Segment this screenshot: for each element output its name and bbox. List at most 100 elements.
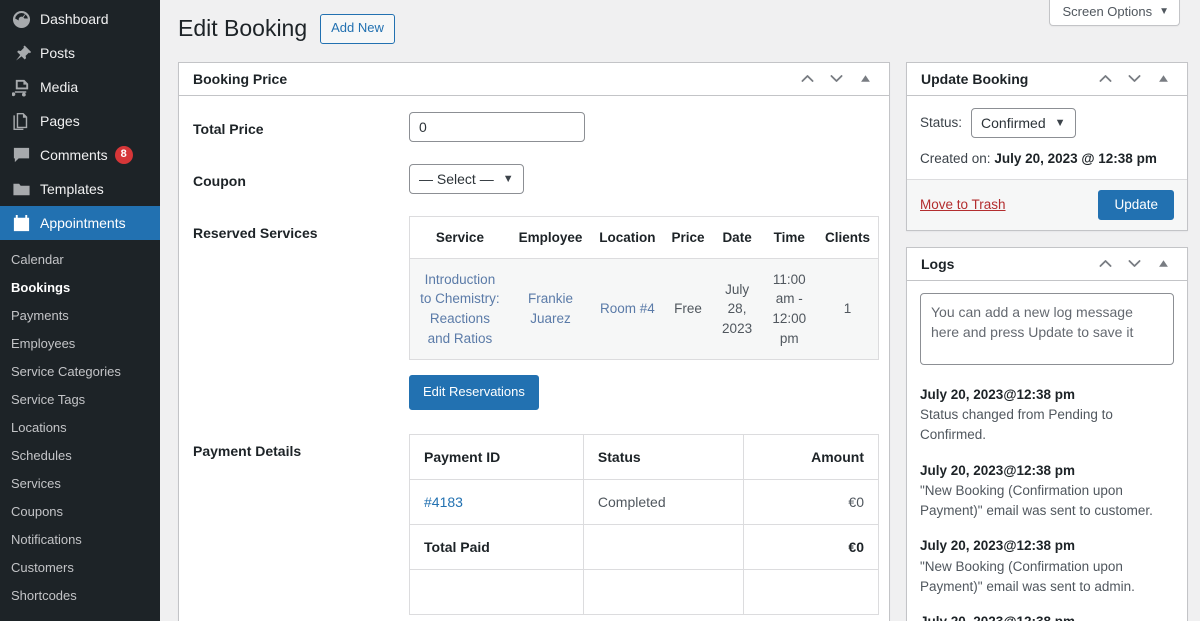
panel-controls: [1092, 250, 1177, 277]
sidebar-item-label: Templates: [40, 181, 104, 197]
reserved-services-table: Service Employee Location Price Date Tim…: [409, 215, 879, 361]
cell-service: Introduction to Chemistry: Reactions and…: [410, 258, 510, 359]
submenu-item-payments[interactable]: Payments: [0, 302, 160, 330]
move-down-icon[interactable]: [823, 65, 850, 92]
panel-title: Booking Price: [193, 70, 288, 87]
logs-panel-header: Logs: [907, 248, 1187, 281]
payment-details-row: Payment Details Payment ID Status Amount: [193, 433, 879, 615]
submenu-item-customers[interactable]: Customers: [0, 554, 160, 582]
update-booking-panel: Update Booking Status: Confirmed ▼ Creat…: [906, 61, 1188, 231]
table-row: #4183 Completed €0: [409, 479, 879, 525]
column-header-clients: Clients: [816, 216, 879, 259]
cell-time: 11:00 am - 12:00 pm: [772, 271, 807, 346]
calendar-icon: [11, 213, 31, 233]
submenu-item-service-tags[interactable]: Service Tags: [0, 386, 160, 414]
submenu-item-locations[interactable]: Locations: [0, 414, 160, 442]
cell-total-amount: €0: [743, 524, 879, 570]
employee-link[interactable]: Frankie Juarez: [528, 291, 573, 326]
log-entry-date: July 20, 2023@12:38 pm: [920, 462, 1076, 478]
reserved-services-table-wrap: Service Employee Location Price Date Tim…: [409, 215, 879, 361]
move-down-icon[interactable]: [1121, 65, 1148, 92]
total-price-label: Total Price: [193, 120, 264, 137]
move-up-icon[interactable]: [1092, 250, 1119, 277]
cell-clients: 1: [843, 301, 852, 317]
log-entry-date: July 20, 2023@12:38 pm: [920, 612, 1174, 621]
sidebar-item-comments[interactable]: Comments 8: [0, 138, 160, 172]
total-price-input[interactable]: [409, 111, 585, 142]
chevron-down-icon: ▼: [1054, 116, 1066, 129]
service-link[interactable]: Introduction to Chemistry: Reactions and…: [420, 272, 500, 346]
appointments-submenu: Calendar Bookings Payments Employees Ser…: [0, 240, 160, 610]
chevron-down-icon: ▼: [1159, 6, 1169, 17]
submenu-item-schedules[interactable]: Schedules: [0, 442, 160, 470]
log-entry: July 20, 2023@12:38 pm "New Booking (Con…: [920, 461, 1174, 522]
sidebar-item-appointments[interactable]: Appointments: [0, 206, 160, 240]
logs-panel-body: July 20, 2023@12:38 pm Status changed fr…: [907, 281, 1187, 621]
submenu-item-notifications[interactable]: Notifications: [0, 526, 160, 554]
submenu-item-services[interactable]: Services: [0, 470, 160, 498]
sidebar-item-label: Posts: [40, 45, 76, 61]
toggle-panel-icon[interactable]: [1150, 65, 1177, 92]
update-button[interactable]: Update: [1098, 189, 1174, 220]
payment-details-table: Payment ID Status Amount #4183 Completed…: [409, 433, 879, 615]
update-booking-panel-header: Update Booking: [907, 63, 1187, 96]
move-to-trash-link[interactable]: Move to Trash: [920, 197, 1006, 212]
table-row-partial: [409, 569, 879, 615]
admin-screen: Dashboard Posts Media Pages Comments 8 T…: [0, 0, 1200, 621]
cell-total-label: Total Paid: [409, 524, 584, 570]
move-up-icon[interactable]: [1092, 65, 1119, 92]
chevron-down-icon: ▼: [502, 172, 514, 185]
total-price-row: Total Price: [193, 111, 875, 142]
cell-price: Free: [674, 301, 702, 317]
submenu-item-shortcodes[interactable]: Shortcodes: [0, 582, 160, 610]
pin-icon: [11, 43, 31, 63]
sidebar-item-posts[interactable]: Posts: [0, 36, 160, 70]
table-row-total: Total Paid €0: [409, 524, 879, 570]
submenu-item-service-categories[interactable]: Service Categories: [0, 358, 160, 386]
sidebar-item-label: Pages: [40, 113, 80, 129]
submenu-item-coupons[interactable]: Coupons: [0, 498, 160, 526]
log-message-textarea[interactable]: [920, 292, 1174, 365]
move-down-icon[interactable]: [1121, 250, 1148, 277]
submenu-item-calendar[interactable]: Calendar: [0, 246, 160, 274]
columns-layout: Booking Price Total Price 0 Coupon — Sel…: [160, 44, 1200, 621]
panel-controls: [1092, 65, 1177, 92]
toggle-panel-icon[interactable]: [1150, 250, 1177, 277]
media-icon: [11, 77, 31, 97]
add-new-button[interactable]: Add New: [320, 14, 395, 44]
edit-reservations-row: Edit Reservations: [409, 375, 875, 410]
move-up-icon[interactable]: [794, 65, 821, 92]
sidebar-item-dashboard[interactable]: Dashboard: [0, 2, 160, 36]
cell-date: July 28, 2023: [722, 281, 753, 336]
cell-partial-c: [743, 569, 879, 615]
submenu-item-bookings[interactable]: Bookings: [0, 274, 160, 302]
created-on-value: July 20, 2023 @ 12:38 pm: [994, 150, 1157, 166]
column-header-service: Service: [409, 216, 510, 259]
table-header-row: Service Employee Location Price Date Tim…: [409, 216, 879, 259]
coupon-select[interactable]: — Select — ▼: [409, 163, 524, 194]
created-on-label: Created on:: [920, 150, 991, 166]
log-entry-message: "New Booking (Confirmation upon Payment)…: [920, 558, 1135, 594]
location-link[interactable]: Room #4: [600, 301, 655, 316]
comments-count-badge: 8: [114, 146, 133, 164]
sidebar-item-label: Appointments: [40, 215, 126, 231]
primary-column: Booking Price Total Price 0 Coupon — Sel…: [178, 61, 890, 621]
payment-id-link[interactable]: #4183: [424, 494, 463, 510]
sidebar-item-templates[interactable]: Templates: [0, 172, 160, 206]
update-booking-body: Status: Confirmed ▼ Created on: July 20,…: [907, 96, 1187, 179]
table-row: Introduction to Chemistry: Reactions and…: [409, 258, 879, 360]
reserved-services-label: Reserved Services: [193, 224, 318, 241]
submenu-item-employees[interactable]: Employees: [0, 330, 160, 358]
sidebar-item-media[interactable]: Media: [0, 70, 160, 104]
cell-payment-id: #4183: [409, 479, 584, 525]
toggle-panel-icon[interactable]: [852, 65, 879, 92]
status-select[interactable]: Confirmed ▼: [971, 107, 1076, 138]
panel-title: Update Booking: [921, 70, 1029, 87]
reserved-services-field: Service Employee Location Price Date Tim…: [409, 215, 879, 410]
sidebar-item-pages[interactable]: Pages: [0, 104, 160, 138]
screen-options-button[interactable]: Screen Options ▼: [1049, 0, 1180, 26]
cell-partial-b: [583, 569, 744, 615]
column-header-employee: Employee: [509, 216, 592, 259]
log-entry-message: "New Booking (Confirmation upon Payment)…: [920, 482, 1153, 519]
edit-reservations-button[interactable]: Edit Reservations: [409, 375, 539, 410]
